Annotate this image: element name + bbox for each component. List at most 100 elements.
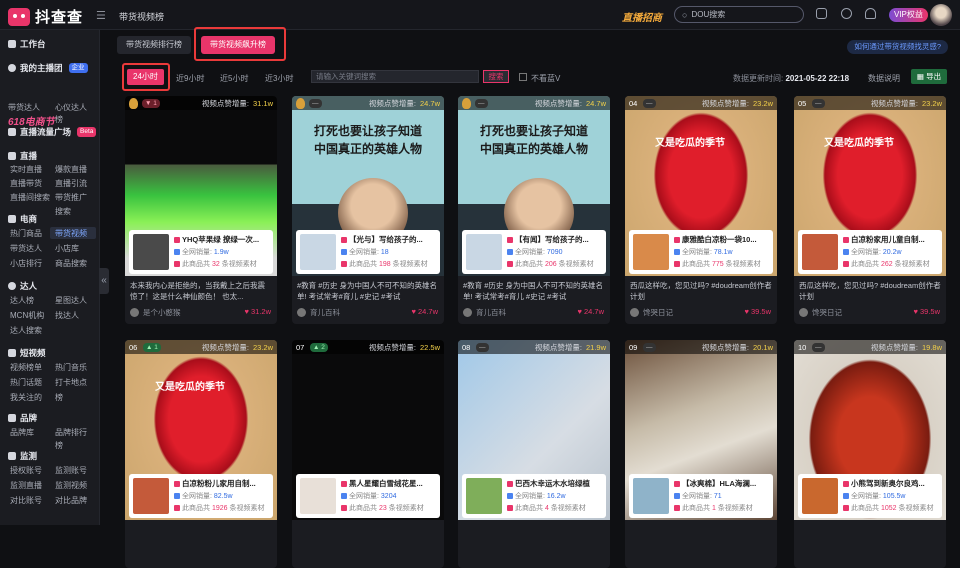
filter-9h[interactable]: 近9小时: [176, 73, 204, 84]
sidebar-workbench[interactable]: 工作台: [8, 38, 46, 50]
video-card[interactable]: 又是吃瓜的季节 06 ▲ 1 视频点赞增量: 23.2w 白凉粉粉儿家用自制... 全网销量…: [125, 340, 277, 568]
dou-search-input[interactable]: [691, 10, 792, 19]
video-card[interactable]: 又是吃瓜的季节 05 — 视频点赞增量: 23.2w 白凉粉家用儿童自制... 全网销量:…: [794, 96, 946, 324]
sidebar-item[interactable]: 监测直播: [10, 480, 42, 491]
video-author[interactable]: 是个小憨猴: [130, 307, 181, 318]
sidebar-item[interactable]: 搜索: [55, 206, 71, 217]
sidebar-item[interactable]: 带货达人: [8, 102, 40, 113]
user-avatar[interactable]: [930, 4, 952, 26]
product-card[interactable]: 【有闻】写给孩子的... 全网销量: 7090 此商品共 206 条视频素材: [462, 230, 606, 274]
video-author[interactable]: 育儿百科: [297, 307, 340, 318]
printer-icon[interactable]: [816, 8, 827, 19]
sidebar-item[interactable]: 对比品牌: [55, 495, 87, 506]
metric-value: 24.7w: [585, 98, 606, 108]
sidebar-item[interactable]: 达人榜: [10, 295, 34, 306]
sidebar-item[interactable]: MCN机构: [10, 310, 44, 321]
sidebar-item[interactable]: 心仪达人: [55, 102, 87, 113]
product-card[interactable]: 【冰爽棉】HLA海澜... 全网销量: 71 此商品共 1 条视频素材: [629, 474, 773, 518]
data-explain-link[interactable]: 数据说明: [868, 73, 900, 84]
sidebar-item[interactable]: 找达人: [55, 310, 79, 321]
video-author[interactable]: 馋哭日记: [799, 307, 842, 318]
menu-collapse-icon[interactable]: ☰: [96, 9, 106, 22]
sidebar-collapse-toggle[interactable]: «: [99, 268, 109, 294]
sidebar-item[interactable]: 榜: [55, 114, 63, 125]
sidebar-item[interactable]: 直播带货: [10, 178, 42, 189]
sidebar-item[interactable]: 星图达人: [55, 295, 87, 306]
product-card[interactable]: 【光与】写给孩子的... 全网销量: 18 此商品共 198 条视频素材: [296, 230, 440, 274]
sidebar-item[interactable]: 榜: [55, 392, 63, 403]
filter-3h[interactable]: 近3小时: [265, 73, 293, 84]
video-author[interactable]: 馋哭日记: [630, 307, 673, 318]
sidebar-item[interactable]: 授权账号: [10, 465, 42, 476]
mobile-icon[interactable]: [841, 8, 852, 19]
sidebar-item[interactable]: 实时直播: [10, 164, 42, 175]
sidebar-item[interactable]: 达人搜索: [10, 325, 42, 336]
sidebar-item[interactable]: 监测账号: [55, 465, 87, 476]
sidebar-item[interactable]: 带货达人: [10, 243, 42, 254]
product-thumbnail: [133, 234, 169, 270]
sidebar-item[interactable]: 监测视频: [55, 480, 87, 491]
product-video-count: 此商品共 1052 条视频素材: [843, 503, 933, 513]
sidebar-item[interactable]: 小店库: [55, 243, 79, 254]
sidebar-item[interactable]: 爆款直播: [55, 164, 87, 175]
sidebar-item[interactable]: 我关注的: [10, 392, 42, 403]
rank-change: ▼ 1: [142, 98, 160, 108]
help-link[interactable]: 如何通过带货视频找灵感?: [847, 40, 948, 54]
sidebar-item[interactable]: 热门话题: [10, 377, 42, 388]
sidebar-item[interactable]: 对比账号: [10, 495, 42, 506]
filter-5h[interactable]: 近5小时: [220, 73, 248, 84]
sales-value: 1.9w: [213, 249, 229, 256]
sidebar-item[interactable]: 带货推广: [55, 192, 87, 203]
sidebar-live-square[interactable]: 直播流量广场 Beta: [8, 126, 97, 138]
sidebar-group-monitor: 监测: [8, 450, 37, 462]
product-thumbnail: [633, 478, 669, 514]
sidebar-item[interactable]: 品牌排行: [55, 427, 87, 438]
sidebar-item[interactable]: 商品搜索: [55, 258, 87, 269]
product-card[interactable]: 黑人星耀白雪绒花星... 全网销量: 3204 此商品共 23 条视频素材: [296, 474, 440, 518]
keyword-search-input[interactable]: [311, 70, 479, 83]
sidebar-my-team[interactable]: 我的主播团 企业: [8, 62, 88, 74]
sidebar-item[interactable]: 直播间搜索: [10, 192, 50, 203]
video-card[interactable]: 10 — 视频点赞增量: 19.8w 小熊驾到新奥尔良鸡... 全网销量: 105.5w…: [794, 340, 946, 568]
sidebar-item[interactable]: 热门商品: [10, 228, 42, 239]
product-card[interactable]: 白凉粉家用儿童自制... 全网销量: 20.2w 此商品共 262 条视频素材: [798, 230, 942, 274]
export-button[interactable]: ▦ 导出: [911, 69, 947, 84]
video-card[interactable]: 07 ▲ 2 视频点赞增量: 22.5w 黑人星耀白雪绒花星... 全网销量: 3204 此…: [292, 340, 444, 568]
product-card[interactable]: 白凉粉粉儿家用自制... 全网销量: 82.5w 此商品共 1926 条视频素材: [129, 474, 273, 518]
video-card[interactable]: ▼ 1 视频点赞增量: 31.1w YHQ苹果绿 撩绿一次... 全网销量: 1.9w 此…: [125, 96, 277, 324]
metric-value: 21.9w: [585, 342, 606, 352]
promo-link[interactable]: 直播招商: [622, 9, 662, 24]
sidebar-item[interactable]: 热门音乐: [55, 362, 87, 373]
hide-bluev-checkbox[interactable]: [519, 73, 527, 81]
sidebar: 工作台 我的主播团 企业 带货达人 心仪达人 榜 618电商节 直播流量广场 B…: [0, 30, 100, 525]
video-count-icon: [174, 505, 180, 511]
sidebar-item[interactable]: 打卡地点: [55, 377, 87, 388]
product-name-text: 【光与】写给孩子的...: [349, 235, 423, 244]
video-card[interactable]: 打死也要让孩子知道 中国真正的英雄人物 — 视频点赞增量: 24.7w 【光与】写给孩子…: [292, 96, 444, 324]
logo-text: 抖查查: [35, 9, 84, 26]
headset-icon[interactable]: [865, 8, 876, 19]
product-card[interactable]: 巴西木幸运木水培绿植 全网销量: 16.2w 此商品共 4 条视频素材: [462, 474, 606, 518]
video-card[interactable]: 08— 视频点赞增量: 21.9w 巴西木幸运木水培绿植 全网销量: 16.2w 此商品…: [458, 340, 610, 568]
sidebar-item-active[interactable]: 带货视频: [55, 228, 87, 239]
video-author[interactable]: 育儿百科: [463, 307, 506, 318]
sidebar-item[interactable]: 直播引流: [55, 178, 87, 189]
video-card[interactable]: 09— 视频点赞增量: 20.1w 【冰爽棉】HLA海澜... 全网销量: 71 此商品…: [625, 340, 777, 568]
video-card[interactable]: 又是吃瓜的季节 04 — 视频点赞增量: 23.2w 康雅酷白凉粉一袋10... 全网销量…: [625, 96, 777, 324]
sidebar-item[interactable]: 视频榜单: [10, 362, 42, 373]
product-card[interactable]: YHQ苹果绿 撩绿一次... 全网销量: 1.9w 此商品共 32 条视频素材: [129, 230, 273, 274]
metric-value: 19.8w: [921, 342, 942, 352]
tab-rank-list[interactable]: 带货视频排行榜: [117, 36, 191, 54]
video-card[interactable]: 打死也要让孩子知道 中国真正的英雄人物 — 视频点赞增量: 24.7w 【有闻】写给孩子…: [458, 96, 610, 324]
keyword-search-button[interactable]: 搜索: [483, 70, 509, 83]
product-card[interactable]: 小熊驾到新奥尔良鸡... 全网销量: 105.5w 此商品共 1052 条视频素材: [798, 474, 942, 518]
product-card[interactable]: 康雅酷白凉粉一袋10... 全网销量: 78.1w 此商品共 775 条视频素材: [629, 230, 773, 274]
medal-icon: [462, 97, 471, 109]
sidebar-item[interactable]: 小店排行: [10, 258, 42, 269]
sidebar-item[interactable]: 品牌库: [10, 427, 34, 438]
dou-search[interactable]: ○: [674, 6, 804, 23]
sidebar-item[interactable]: 榜: [55, 440, 63, 451]
logo[interactable]: 抖查查: [8, 6, 83, 27]
vip-badge[interactable]: VIP权益: [889, 8, 928, 22]
like-count: ♥ 31.2w: [244, 307, 271, 316]
